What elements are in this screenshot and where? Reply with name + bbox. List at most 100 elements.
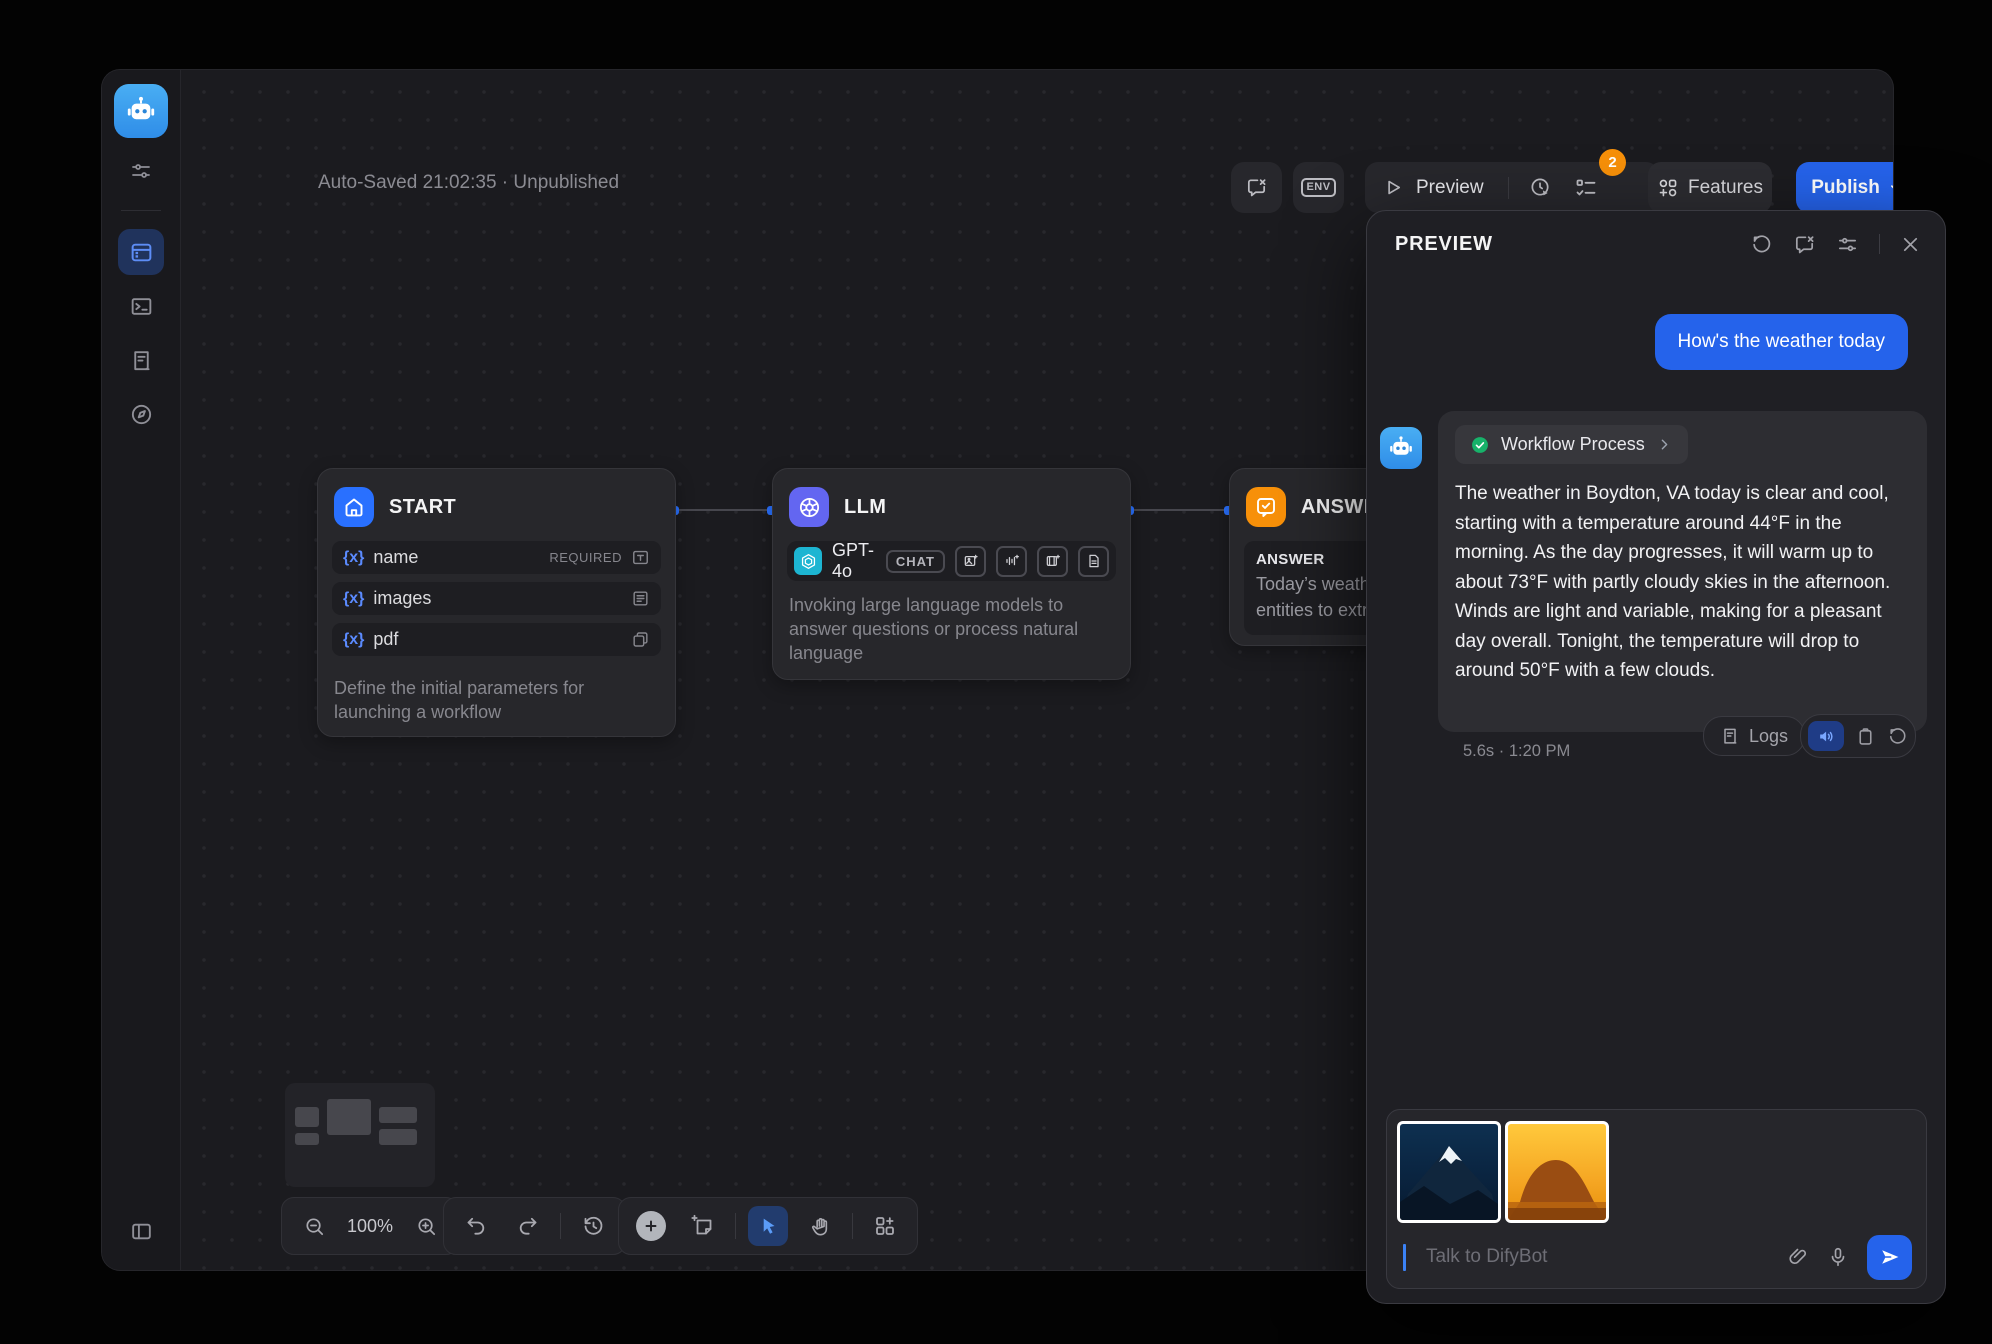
- preview-header: PREVIEW: [1367, 211, 1945, 277]
- bot-avatar: [1380, 427, 1422, 469]
- checklist-icon[interactable]: [1574, 176, 1598, 200]
- pointer-tool-button[interactable]: [748, 1206, 788, 1246]
- zoom-controls: 100%: [281, 1197, 459, 1255]
- node-llm[interactable]: LLM GPT-4o CHAT: [772, 468, 1131, 680]
- model-selector[interactable]: GPT-4o CHAT: [787, 541, 1116, 581]
- zoom-level[interactable]: 100%: [346, 1216, 394, 1237]
- chat-input-card: [1386, 1109, 1927, 1289]
- attachment-thumbnail-mountain-sunset[interactable]: [1505, 1121, 1609, 1223]
- success-check-icon: [1470, 435, 1490, 455]
- bot-message-card: Workflow Process The weather in Boydton,…: [1438, 411, 1927, 732]
- app-logo[interactable]: [114, 84, 168, 138]
- node-description: Invoking large language models to answer…: [773, 581, 1130, 681]
- node-description: Define the initial parameters for launch…: [318, 664, 675, 740]
- node-start[interactable]: START {x} name REQUIRED {x} images: [317, 468, 676, 737]
- user-message-bubble: How's the weather today: [1655, 314, 1908, 370]
- plus-icon: [636, 1211, 666, 1241]
- log-document-icon: [129, 348, 154, 373]
- attachment-thumbnail-mountain-night[interactable]: [1397, 1121, 1501, 1223]
- bot-message-text: The weather in Boydton, VA today is clea…: [1455, 479, 1910, 686]
- mode-badge: CHAT: [886, 550, 945, 573]
- sidebar-item-monitoring[interactable]: [118, 391, 164, 437]
- publish-label: Publish: [1811, 177, 1880, 199]
- openai-logo-icon: [794, 547, 822, 575]
- run-history-icon[interactable]: [1529, 176, 1552, 199]
- add-note-button[interactable]: [683, 1206, 723, 1246]
- chevron-right-icon: [1656, 436, 1673, 453]
- node-llm-header: LLM: [773, 469, 1130, 541]
- logs-icon: [1720, 726, 1740, 746]
- reset-conversation-icon[interactable]: [1750, 233, 1773, 256]
- features-button[interactable]: Features: [1648, 162, 1772, 213]
- workflow-window-icon: [129, 240, 154, 265]
- home-icon: [334, 487, 374, 527]
- restart-conversation-button[interactable]: [1231, 162, 1282, 213]
- collapse-panel-button[interactable]: [118, 1208, 164, 1254]
- preview-settings-icon[interactable]: [1836, 233, 1859, 256]
- field-name: name: [373, 547, 418, 568]
- chat-input[interactable]: [1424, 1245, 1769, 1269]
- features-label: Features: [1688, 177, 1763, 199]
- microphone-icon[interactable]: [1827, 1246, 1849, 1268]
- undo-button[interactable]: [456, 1206, 496, 1246]
- sidebar-item-logs[interactable]: [118, 337, 164, 383]
- add-node-button[interactable]: [631, 1206, 671, 1246]
- sidebar-item-orchestrate[interactable]: [118, 229, 164, 275]
- send-button[interactable]: [1867, 1235, 1912, 1280]
- node-start-header: START: [318, 469, 675, 541]
- preview-run-button[interactable]: Preview: [1416, 177, 1484, 199]
- vision-capability-icon: [955, 546, 986, 577]
- preview-title: PREVIEW: [1395, 233, 1730, 256]
- node-title: LLM: [844, 496, 886, 519]
- message-meta: 5.6s · 1:20 PM: [1463, 742, 1570, 761]
- chat-x-icon: [1245, 176, 1268, 199]
- edge-start-llm: [674, 509, 772, 511]
- video-capability-icon: [1037, 546, 1068, 577]
- hand-tool-button[interactable]: [800, 1206, 840, 1246]
- divider: [1508, 177, 1509, 199]
- sidebar: [102, 70, 181, 1270]
- variable-icon: {x}: [343, 590, 364, 608]
- zoom-out-button[interactable]: [294, 1206, 334, 1246]
- audio-capability-icon: [996, 546, 1027, 577]
- sidebar-item-settings[interactable]: [118, 148, 164, 194]
- field-name: images: [373, 588, 431, 609]
- field-row-name[interactable]: {x} name REQUIRED: [332, 541, 661, 574]
- chevron-down-icon: [1887, 179, 1893, 197]
- workflow-process-toggle[interactable]: Workflow Process: [1455, 425, 1688, 464]
- workflow-process-label: Workflow Process: [1501, 434, 1645, 455]
- organize-nodes-button[interactable]: [865, 1206, 905, 1246]
- model-name: GPT-4o: [832, 540, 876, 582]
- publish-button[interactable]: Publish: [1796, 162, 1893, 213]
- sidebar-divider: [121, 210, 161, 211]
- text-cursor: [1403, 1244, 1406, 1271]
- undo-redo-controls: [443, 1197, 626, 1255]
- field-row-pdf[interactable]: {x} pdf: [332, 623, 661, 656]
- zoom-in-button[interactable]: [406, 1206, 446, 1246]
- text-input-icon: [631, 548, 650, 567]
- env-variables-button[interactable]: ENV: [1293, 162, 1344, 213]
- llm-icon: [789, 487, 829, 527]
- play-icon[interactable]: [1383, 177, 1404, 198]
- change-history-button[interactable]: [573, 1206, 613, 1246]
- screen: Auto-Saved 21:02:35 · Unpublished ENV Pr…: [0, 0, 1992, 1344]
- close-icon[interactable]: [1900, 234, 1921, 255]
- edge-llm-answer: [1129, 509, 1229, 511]
- speak-button[interactable]: [1808, 721, 1844, 751]
- sidebar-item-api[interactable]: [118, 283, 164, 329]
- field-row-images[interactable]: {x} images: [332, 582, 661, 615]
- sliders-icon: [129, 159, 153, 183]
- field-name: pdf: [373, 629, 398, 650]
- logs-label: Logs: [1749, 726, 1788, 747]
- logs-button[interactable]: Logs: [1703, 716, 1805, 756]
- regenerate-button[interactable]: [1887, 726, 1908, 747]
- new-conversation-icon[interactable]: [1793, 233, 1816, 256]
- variable-icon: {x}: [343, 631, 364, 649]
- required-badge: REQUIRED: [549, 550, 622, 565]
- redo-button[interactable]: [508, 1206, 548, 1246]
- copy-button[interactable]: [1855, 726, 1876, 747]
- env-icon: ENV: [1301, 178, 1335, 197]
- minimap[interactable]: [285, 1083, 435, 1187]
- message-actions: [1800, 714, 1916, 758]
- attach-file-icon[interactable]: [1787, 1246, 1809, 1268]
